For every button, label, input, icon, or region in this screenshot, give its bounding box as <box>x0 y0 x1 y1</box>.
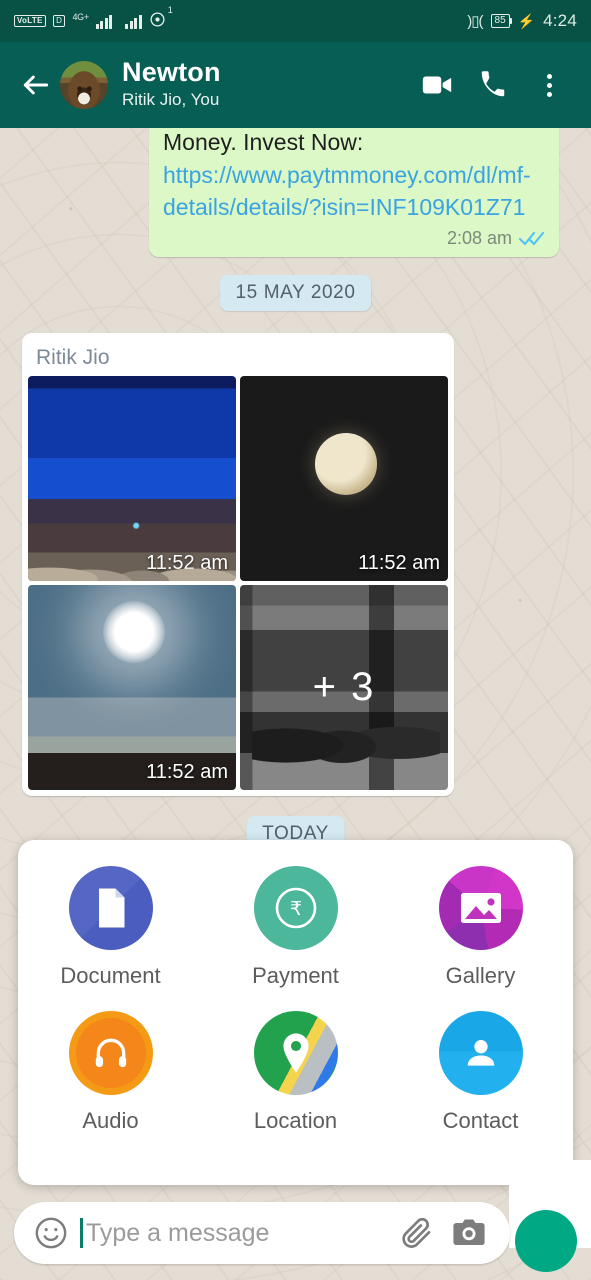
message-text: Money. Invest Now: https://www.paytmmone… <box>163 128 545 224</box>
hotspot-badge: 1 <box>167 4 173 15</box>
message-meta: 2:08 am <box>163 228 545 249</box>
attach-option-label: Location <box>253 1108 338 1133</box>
page-title: Newton <box>122 57 221 88</box>
attachment-panel: Document ₹ Payment Gallery Audio Locatio… <box>18 840 573 1185</box>
status-clock: 4:24 <box>543 11 577 30</box>
text-cursor <box>80 1218 83 1248</box>
svg-text:₹: ₹ <box>289 898 301 920</box>
attach-option-label: Gallery <box>445 963 516 988</box>
hotspot-icon: 1 <box>149 5 173 32</box>
message-link[interactable]: https://www.paytmmoney.com/dl/mf-details… <box>163 162 531 221</box>
person-icon <box>438 1011 523 1095</box>
chat-participants: Ritik Jio, You <box>122 89 220 109</box>
signal-bars-secondary-icon <box>125 14 142 29</box>
more-photos-overlay: + 3 <box>240 585 448 790</box>
status-bar-right: )▯( 85 ⚡ 4:24 <box>467 11 577 31</box>
sim-icon: D <box>52 15 66 27</box>
status-bar-left: VoLTE D 4G+ 1 <box>14 5 467 32</box>
attach-option-contact[interactable]: Contact <box>388 1011 573 1134</box>
charging-bolt-icon: ⚡ <box>517 12 536 29</box>
photo-time: 11:52 am <box>358 552 440 574</box>
signal-bars-icon <box>95 14 113 29</box>
attach-option-location[interactable]: Location <box>203 1011 388 1134</box>
message-text-prefix: Money. Invest Now: <box>163 129 364 155</box>
back-arrow-icon[interactable] <box>14 63 58 107</box>
search-input[interactable]: Type a message <box>86 1219 394 1248</box>
attach-option-label: Payment <box>252 963 339 988</box>
album-sender-name: Ritik Jio <box>36 346 110 369</box>
attach-option-audio[interactable]: Audio <box>18 1011 203 1134</box>
volte-icon: VoLTE <box>14 15 46 27</box>
app-bar: Newton Ritik Jio, You <box>0 42 591 128</box>
vibrate-icon: )▯( <box>467 13 483 30</box>
avatar[interactable] <box>60 61 108 109</box>
photo-time: 11:52 am <box>146 552 228 574</box>
chat-message-list[interactable]: Money. Invest Now: https://www.paytmmone… <box>0 128 591 1280</box>
photo-time: 11:52 am <box>146 761 228 783</box>
status-bar: VoLTE D 4G+ 1 )▯( 85 ⚡ 4:24 <box>0 0 591 42</box>
attach-option-gallery[interactable]: Gallery <box>388 866 573 989</box>
attach-option-document[interactable]: Document <box>18 866 203 989</box>
album-message-bubble[interactable]: Ritik Jio 11:52 am 11:52 am 11:52 am + 3 <box>22 333 454 796</box>
outgoing-message-bubble[interactable]: Money. Invest Now: https://www.paytmmone… <box>149 128 559 257</box>
whatsapp-chat-screen: VoLTE D 4G+ 1 )▯( 85 ⚡ 4:24 Newton Ritik… <box>0 0 591 1280</box>
battery-icon: 85 <box>490 13 510 29</box>
paperclip-icon[interactable] <box>394 1210 440 1256</box>
chat-title-group[interactable]: Newton Ritik Jio, You <box>122 57 409 112</box>
night-seascape-photo[interactable]: 11:52 am <box>28 376 236 581</box>
street-bikes-photo[interactable]: + 3 <box>240 585 448 790</box>
attachment-grid: Document ₹ Payment Gallery Audio Locatio… <box>18 866 573 1134</box>
video-call-icon[interactable] <box>409 57 465 113</box>
document-icon <box>68 866 153 950</box>
date-divider: 15 MAY 2020 <box>219 275 372 311</box>
map-pin-icon <box>253 1011 338 1095</box>
sun-tree-photo[interactable]: 11:52 am <box>28 585 236 790</box>
moon-photo[interactable]: 11:52 am <box>240 376 448 581</box>
mic-button[interactable] <box>515 1210 577 1272</box>
attach-option-payment[interactable]: ₹ Payment <box>203 866 388 989</box>
headphones-icon <box>68 1011 153 1095</box>
network-label: 4G+ <box>72 12 89 22</box>
rupee-icon: ₹ <box>253 866 338 950</box>
attach-option-label: Document <box>60 963 161 988</box>
phone-call-icon[interactable] <box>465 57 521 113</box>
read-receipt-icon <box>519 230 545 247</box>
message-time: 2:08 am <box>446 227 512 248</box>
camera-icon[interactable] <box>446 1210 492 1256</box>
attach-option-label: Contact <box>442 1108 519 1133</box>
album-grid: 11:52 am 11:52 am 11:52 am + 3 <box>28 376 448 790</box>
gallery-icon <box>438 866 523 950</box>
overflow-menu-icon[interactable] <box>521 57 577 113</box>
message-input-bar[interactable]: Type a message <box>14 1202 510 1264</box>
attach-option-label: Audio <box>82 1108 139 1133</box>
emoji-icon[interactable] <box>32 1214 70 1252</box>
